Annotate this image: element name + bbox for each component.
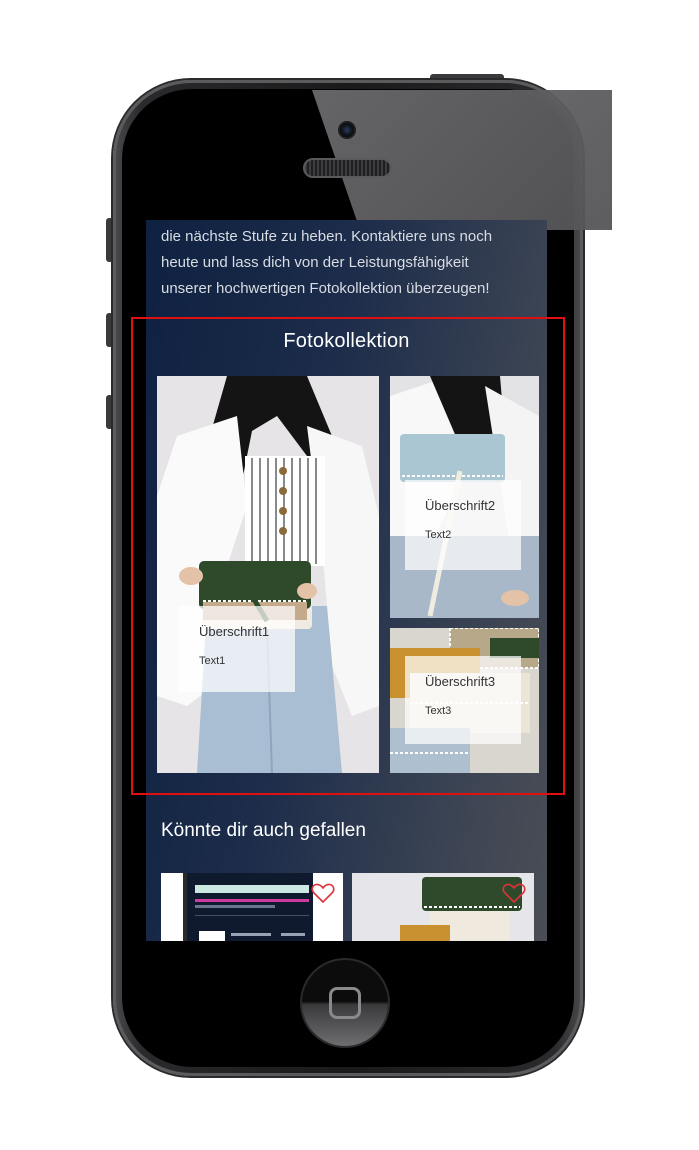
- camera-icon: [338, 121, 356, 139]
- intro-line: heute und lass dich von der Leistungsfäh…: [161, 254, 469, 271]
- speaker-icon: [303, 158, 392, 178]
- product-card-1[interactable]: [161, 873, 343, 941]
- home-square-glyph: [329, 987, 361, 1019]
- heart-icon[interactable]: [502, 882, 526, 904]
- mute-switch: [106, 218, 113, 262]
- volume-down-button: [106, 395, 113, 429]
- product-card-2[interactable]: [352, 873, 534, 941]
- intro-line: die nächste Stufe zu heben. Kontaktiere …: [161, 228, 493, 245]
- related-title: Könnte dir auch gefallen: [161, 820, 366, 841]
- intro-text: die nächste Stufe zu heben. Kontaktiere …: [161, 224, 541, 302]
- intro-line: unserer hochwertigen Fotokollektion über…: [161, 280, 490, 297]
- volume-up-button: [106, 313, 113, 347]
- heart-icon[interactable]: [311, 882, 335, 904]
- gallery-highlight-box: [131, 317, 565, 795]
